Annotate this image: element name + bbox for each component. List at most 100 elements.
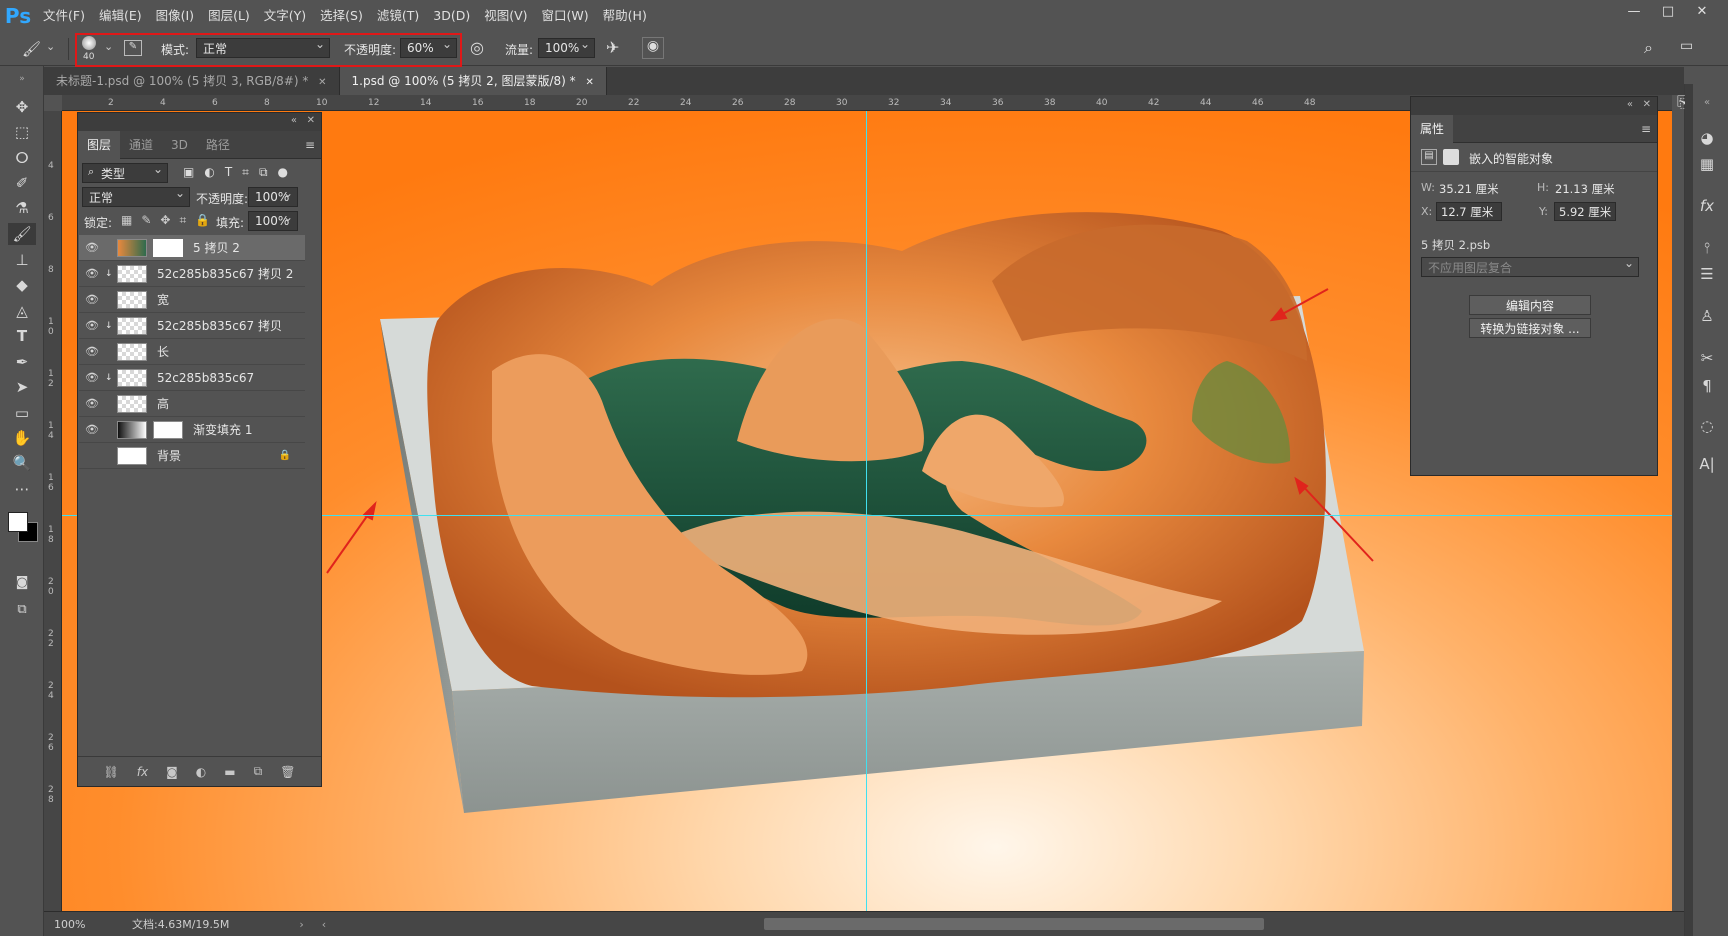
layer-row[interactable]: 👁 5 拷贝 2 [79,235,305,261]
layer-blend-mode-select[interactable]: 正常 [82,186,190,207]
lock-artboard-icon[interactable]: ⌗ [179,213,186,228]
opacity-input[interactable]: 60% [400,37,457,58]
eyedropper-tool-icon[interactable]: ⚗ [8,197,36,219]
status-arrow-icon[interactable]: › [299,918,303,931]
rectangle-tool-icon[interactable]: ▭ [8,402,36,424]
visibility-eye-icon[interactable]: 👁 [79,397,105,410]
pen-tool-icon[interactable]: ✒ [8,351,36,373]
eraser-tool-icon[interactable]: ◆ [8,274,36,296]
layer-opacity-input[interactable]: 100% [248,186,298,207]
layer-thumbnail[interactable] [117,420,147,439]
lock-pixels-icon[interactable]: ✎ [141,213,151,228]
quick-mask-icon[interactable]: ◙ [8,571,36,593]
tab-1-psd[interactable]: 1.psd @ 100% (5 拷贝 2, 图层蒙版/8) * ✕ [339,67,607,95]
color-icon[interactable]: ◕ [1695,126,1719,150]
type-tool-icon[interactable]: T [8,325,36,347]
airbrush-icon[interactable]: ✈ [606,38,619,57]
guide-vertical[interactable] [866,111,867,911]
panel-collapse-icon[interactable]: « [291,115,297,126]
scrollbar-vertical[interactable] [1685,84,1693,936]
visibility-eye-icon[interactable]: 👁 [79,371,105,384]
layer-thumbnail[interactable] [117,264,147,283]
tab-close-icon[interactable]: ✕ [318,77,326,88]
w-value[interactable]: 35.21 厘米 [1439,181,1499,197]
tab-3d[interactable]: 3D [162,131,197,159]
panel-close-icon[interactable]: ✕ [1643,99,1651,110]
stamp-tool-icon[interactable]: ⊥ [8,249,36,271]
x-input[interactable]: 12.7 厘米 [1436,202,1502,221]
paragraph-icon[interactable]: ¶ [1695,374,1719,398]
layer-row[interactable]: 👁 ↓ 52c285b835c67 [79,365,305,391]
tab-paths[interactable]: 路径 [197,131,239,159]
folder-icon[interactable]: ▬ [224,765,235,779]
filter-type-icon[interactable]: T [225,165,232,180]
paint-bucket-tool-icon[interactable]: ◬ [8,300,36,322]
menu-item[interactable]: 3D(D) [426,0,477,32]
path-select-tool-icon[interactable]: ➤ [8,376,36,398]
mask-icon[interactable]: ◙ [166,765,178,779]
layer-mask-thumbnail[interactable] [153,420,183,439]
layer-row[interactable]: 👁 宽 [79,287,305,313]
menu-item[interactable]: 帮助(H) [596,0,654,32]
h-value[interactable]: 21.13 厘米 [1555,181,1615,197]
brushes-icon[interactable]: ⫯ [1695,236,1719,260]
layer-thumbnail[interactable] [117,446,147,465]
tab-close-icon[interactable]: ✕ [585,77,593,88]
zoom-tool-icon[interactable]: 🔍 [8,452,36,474]
mask-icon[interactable] [1443,149,1459,165]
styles-icon[interactable]: fx [1695,194,1719,218]
panel-collapse-icon[interactable]: « [1627,99,1633,110]
quick-select-tool-icon[interactable]: ✐ [8,172,36,194]
screen-mode-icon[interactable]: ⧉ [8,598,36,620]
layer-row[interactable]: 👁 长 [79,339,305,365]
scroll-left-icon[interactable]: ‹ [322,918,326,931]
search-icon[interactable]: ⌕ [1644,38,1653,58]
menu-item[interactable]: 滤镜(T) [370,0,426,32]
link-icon[interactable]: ⛓ [104,765,119,779]
trash-icon[interactable]: 🗑 [280,765,295,779]
scrollbar-horizontal[interactable] [764,918,1264,930]
layer-row[interactable]: 背景 🔒 [79,443,305,469]
layer-thumbnail[interactable] [117,342,147,361]
visibility-eye-icon[interactable]: 👁 [79,241,105,254]
foreground-color-swatch[interactable] [8,512,28,532]
panel-menu-icon[interactable]: ≡ [1641,122,1651,136]
layer-row[interactable]: 👁 渐变填充 1 [79,417,305,443]
filter-smart-icon[interactable]: ⧉ [259,165,268,180]
expand-dock-icon[interactable]: « [1695,90,1719,114]
filter-toggle-icon[interactable]: ● [278,165,288,180]
layer-thumbnail[interactable] [117,368,147,387]
menu-item[interactable]: 选择(S) [313,0,370,32]
visibility-eye-icon[interactable]: 👁 [79,267,105,280]
adjustment-icon[interactable]: ◐ [196,765,206,779]
navigator-icon[interactable]: ◌ [1695,414,1719,438]
character-icon[interactable]: A| [1695,452,1719,476]
maximize-button[interactable]: □ [1651,0,1685,22]
workspace-icon[interactable]: ▭ [1680,38,1693,54]
menu-item[interactable]: 编辑(E) [92,0,149,32]
tab-layers[interactable]: 图层 [78,130,121,159]
tab-properties[interactable]: 属性 [1411,114,1454,143]
flow-input[interactable]: 100% [538,37,595,58]
new-layer-icon[interactable]: ⧉ [254,764,263,779]
minimize-button[interactable]: — [1617,0,1651,22]
layer-thumbnail[interactable] [117,290,147,309]
layer-row[interactable]: 👁 ↓ 52c285b835c67 拷贝 2 [79,261,305,287]
lock-all-icon[interactable]: 🔒 [195,213,210,228]
marquee-tool-icon[interactable]: ⬚ [8,121,36,143]
mode-select[interactable]: 正常 [196,37,330,58]
visibility-eye-icon[interactable]: 👁 [79,293,105,306]
layer-row[interactable]: 👁 ↓ 52c285b835c67 拷贝 [79,313,305,339]
tab-channels[interactable]: 通道 [120,131,162,159]
fill-input[interactable]: 100% [248,210,298,231]
fx-icon[interactable]: fx [137,765,148,779]
zoom-level[interactable]: 100% [44,918,104,931]
filter-shape-icon[interactable]: ⌗ [242,165,249,180]
menu-item[interactable]: 图像(I) [149,0,201,32]
brush-preview-icon[interactable] [82,36,96,50]
visibility-eye-icon[interactable]: 👁 [79,423,105,436]
brush-settings-icon[interactable]: ☰ [1695,262,1719,286]
menu-item[interactable]: 文件(F) [36,0,92,32]
panel-close-icon[interactable]: ✕ [307,115,315,126]
visibility-eye-icon[interactable]: 👁 [79,319,105,332]
